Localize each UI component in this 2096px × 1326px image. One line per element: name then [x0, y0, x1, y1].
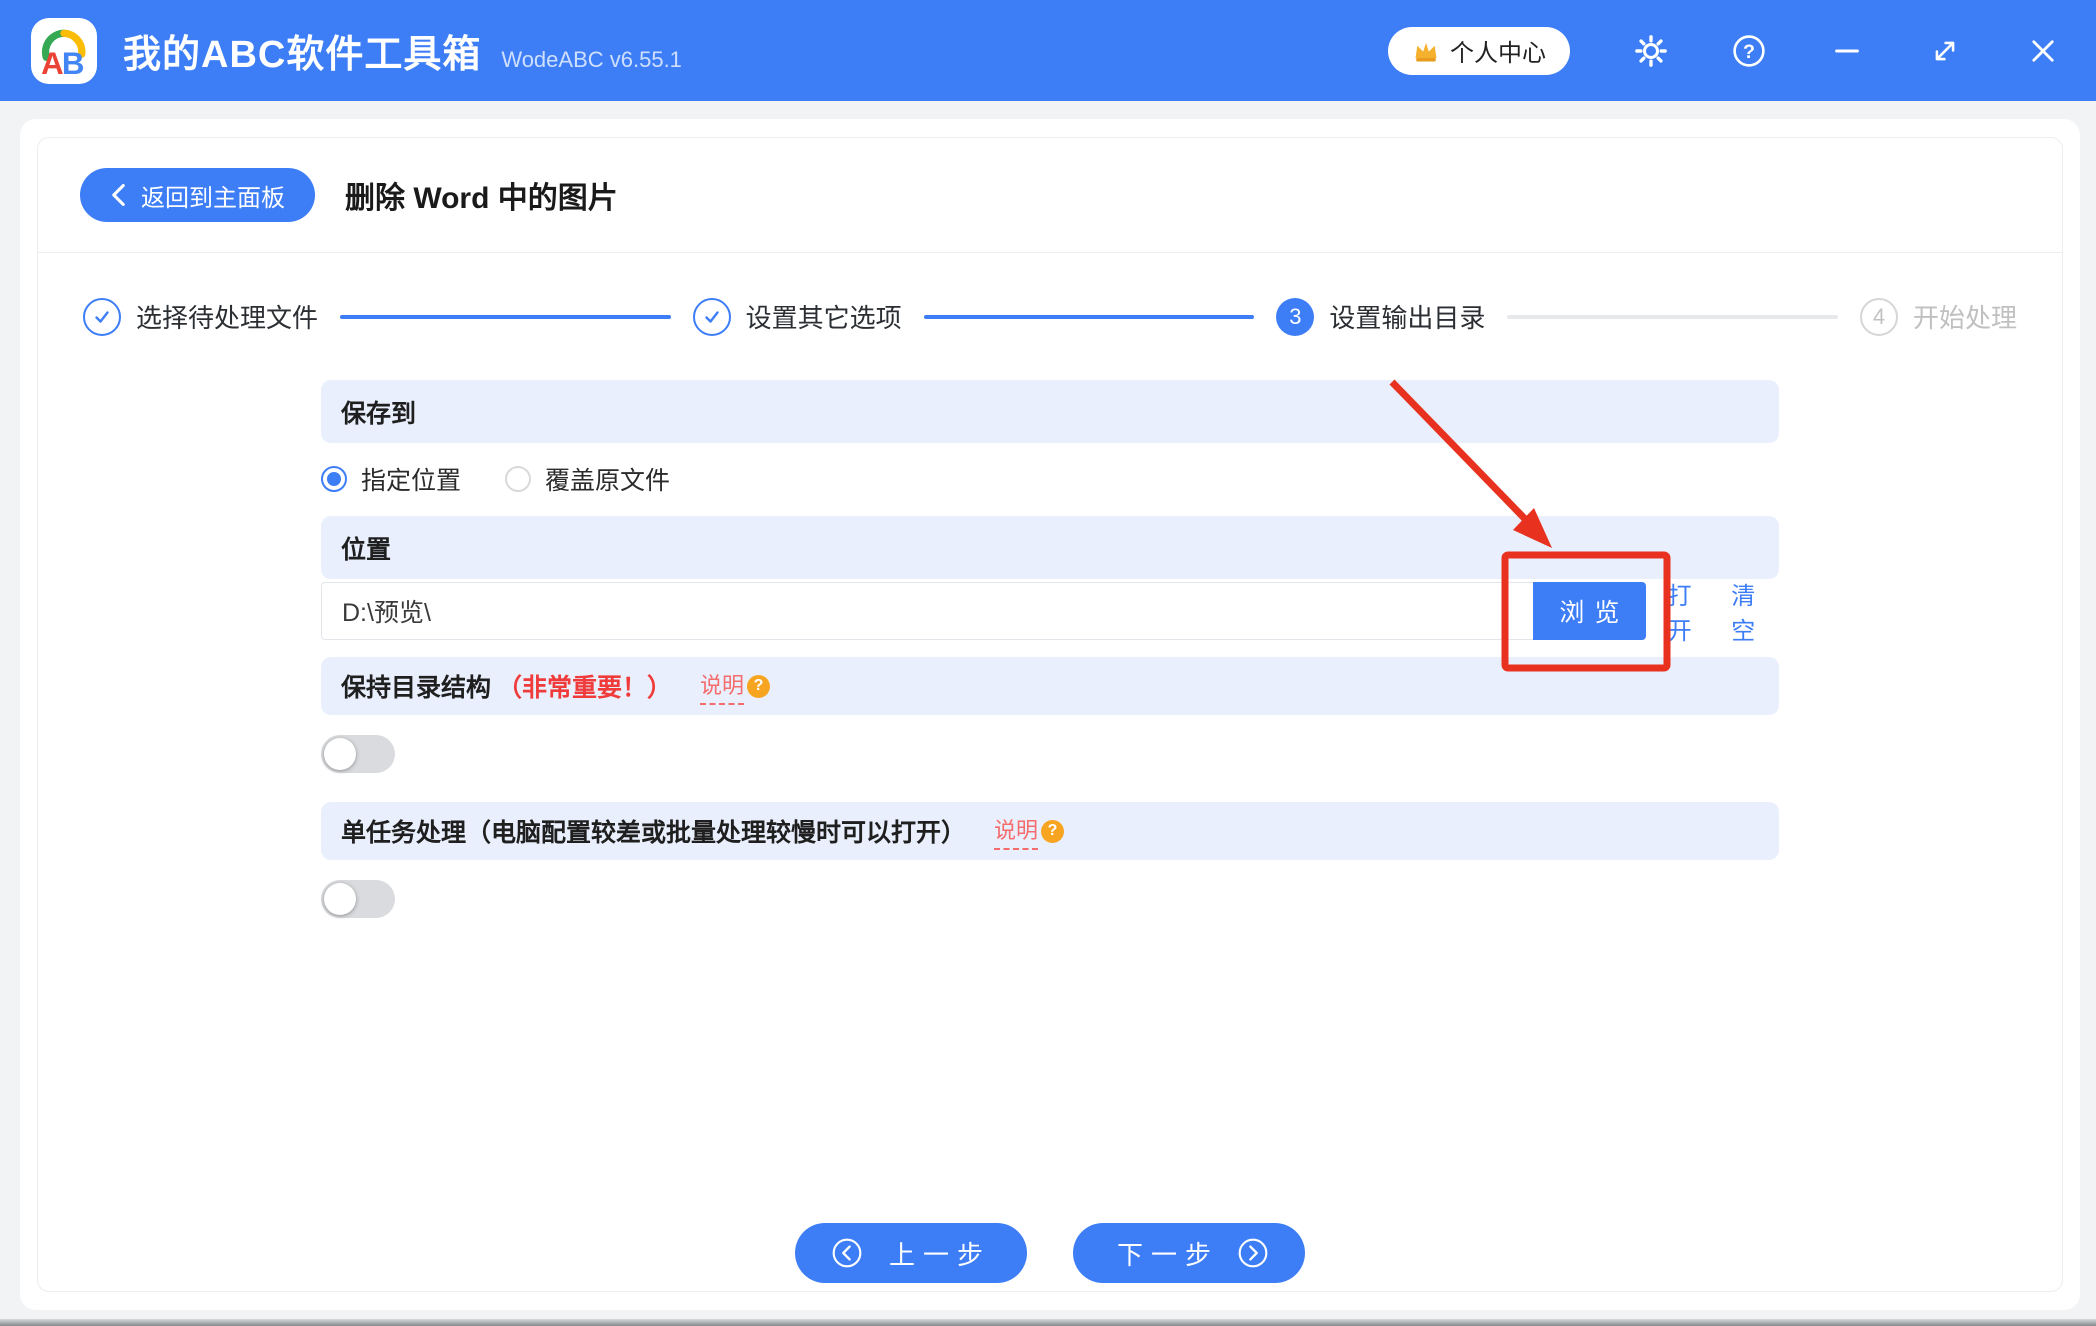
radio-specified-location[interactable]: 指定位置 [321, 461, 461, 497]
chevron-left-icon [112, 184, 125, 206]
location-section-header: 位置 [321, 516, 1779, 579]
close-button[interactable] [2026, 34, 2060, 68]
app-version: WodeABC v6.55.1 [501, 47, 682, 72]
save-to-title: 保存到 [341, 399, 417, 428]
step-3-output-dir: 3 设置输出目录 [1276, 297, 1486, 336]
radio-overwrite-original[interactable]: 覆盖原文件 [505, 461, 670, 497]
svg-text:?: ? [1743, 41, 1755, 63]
minimize-button[interactable] [1830, 34, 1864, 68]
step-4-number: 4 [1859, 297, 1898, 336]
help-icon: ? [1733, 34, 1765, 67]
gear-icon [1635, 34, 1667, 67]
help-link-label: 说明 [994, 813, 1039, 850]
back-to-main-button[interactable]: 返回到主面板 [80, 168, 315, 222]
content-card: 返回到主面板 删除 Word 中的图片 选择待处理文件 设置其它选项 3 设置输… [37, 137, 2063, 1292]
toggle-knob [324, 883, 356, 915]
help-link-label: 说明 [700, 668, 745, 705]
open-folder-link[interactable]: 打开 [1668, 576, 1716, 646]
step-1-label: 选择待处理文件 [136, 303, 319, 333]
single-task-title: 单任务处理（电脑配置较差或批量处理较慢时可以打开） [341, 819, 967, 847]
page-title: 删除 Word 中的图片 [345, 182, 618, 215]
save-to-section-header: 保存到 [321, 380, 1779, 443]
app-title: 我的ABC软件工具箱 [123, 34, 482, 76]
back-button-label: 返回到主面板 [141, 184, 285, 212]
radio-icon [505, 466, 532, 492]
svg-text:A: A [41, 45, 64, 75]
step-2-label: 设置其它选项 [745, 303, 902, 333]
single-task-toggle[interactable] [321, 880, 395, 918]
page-title-row: 返回到主面板 删除 Word 中的图片 [38, 138, 2062, 252]
output-path-input[interactable] [321, 582, 1534, 640]
keep-structure-toggle[interactable] [321, 735, 395, 773]
browse-button[interactable]: 浏览 [1533, 582, 1646, 640]
svg-text:B: B [62, 45, 85, 75]
keep-structure-important-note: （非常重要！） [497, 674, 673, 702]
question-badge-icon: ? [1041, 819, 1065, 843]
keep-structure-help-link[interactable]: 说明 ? [700, 668, 771, 705]
content-panel: 返回到主面板 删除 Word 中的图片 选择待处理文件 设置其它选项 3 设置输… [20, 119, 2080, 1310]
step-2-options: 设置其它选项 [692, 297, 902, 336]
question-badge-icon: ? [747, 674, 771, 698]
radio-icon [321, 466, 347, 492]
app-logo: A B [31, 17, 97, 84]
save-to-options: 指定位置 覆盖原文件 [321, 459, 1779, 499]
help-button[interactable]: ? [1732, 34, 1766, 68]
wizard-nav-buttons: 上一步 下一步 [321, 1223, 1779, 1283]
radio-overwrite-original-label: 覆盖原文件 [545, 467, 671, 495]
window-bottom-edge [0, 1319, 2096, 1326]
maximize-button[interactable] [1928, 34, 1962, 68]
single-task-section-header: 单任务处理（电脑配置较差或批量处理较慢时可以打开） 说明 ? [321, 802, 1779, 860]
circle-chevron-left-icon [832, 1238, 862, 1268]
previous-step-label: 上一步 [888, 1239, 991, 1270]
location-input-row: 浏览 打开 清空 [321, 582, 1779, 645]
single-task-help-link[interactable]: 说明 ? [994, 813, 1065, 850]
step-1-check-icon [83, 297, 121, 336]
location-title: 位置 [341, 535, 392, 564]
clear-path-link[interactable]: 清空 [1731, 576, 1779, 646]
next-step-label: 下一步 [1117, 1239, 1220, 1270]
keep-structure-section-header: 保持目录结构 （非常重要！） 说明 ? [321, 657, 1779, 715]
step-3-number: 3 [1276, 297, 1315, 336]
abc-logo-icon: A B [41, 29, 86, 76]
previous-step-button[interactable]: 上一步 [794, 1223, 1027, 1283]
step-4-start: 4 开始处理 [1859, 297, 2017, 336]
step-4-label: 开始处理 [1912, 303, 2017, 333]
settings-sections: 保存到 指定位置 覆盖原文件 位置 浏览 [321, 380, 1779, 1283]
step-connector [1507, 314, 1838, 319]
crown-icon [1415, 42, 1437, 61]
close-icon [2032, 39, 2054, 62]
maximize-icon [1935, 41, 1955, 60]
window-body: 返回到主面板 删除 Word 中的图片 选择待处理文件 设置其它选项 3 设置输… [0, 101, 2096, 1326]
step-connector [923, 314, 1255, 319]
user-center-button[interactable]: 个人中心 [1388, 26, 1570, 75]
keep-structure-title: 保持目录结构 [341, 674, 492, 702]
app-header: A B 我的ABC软件工具箱 WodeABC v6.55.1 个人中心 ? [0, 0, 2096, 101]
step-1-select-files: 选择待处理文件 [83, 297, 319, 336]
step-2-check-icon [692, 297, 731, 336]
minimize-icon [1835, 49, 1859, 52]
toggle-knob [324, 738, 356, 770]
step-connector [340, 314, 671, 319]
next-step-button[interactable]: 下一步 [1073, 1223, 1306, 1283]
settings-button[interactable] [1634, 34, 1668, 68]
radio-specified-location-label: 指定位置 [361, 467, 462, 495]
user-center-label: 个人中心 [1450, 40, 1546, 67]
step-indicator: 选择待处理文件 设置其它选项 3 设置输出目录 4 开始处理 [38, 253, 2062, 380]
circle-chevron-right-icon [1238, 1238, 1268, 1268]
step-3-label: 设置输出目录 [1329, 303, 1486, 333]
